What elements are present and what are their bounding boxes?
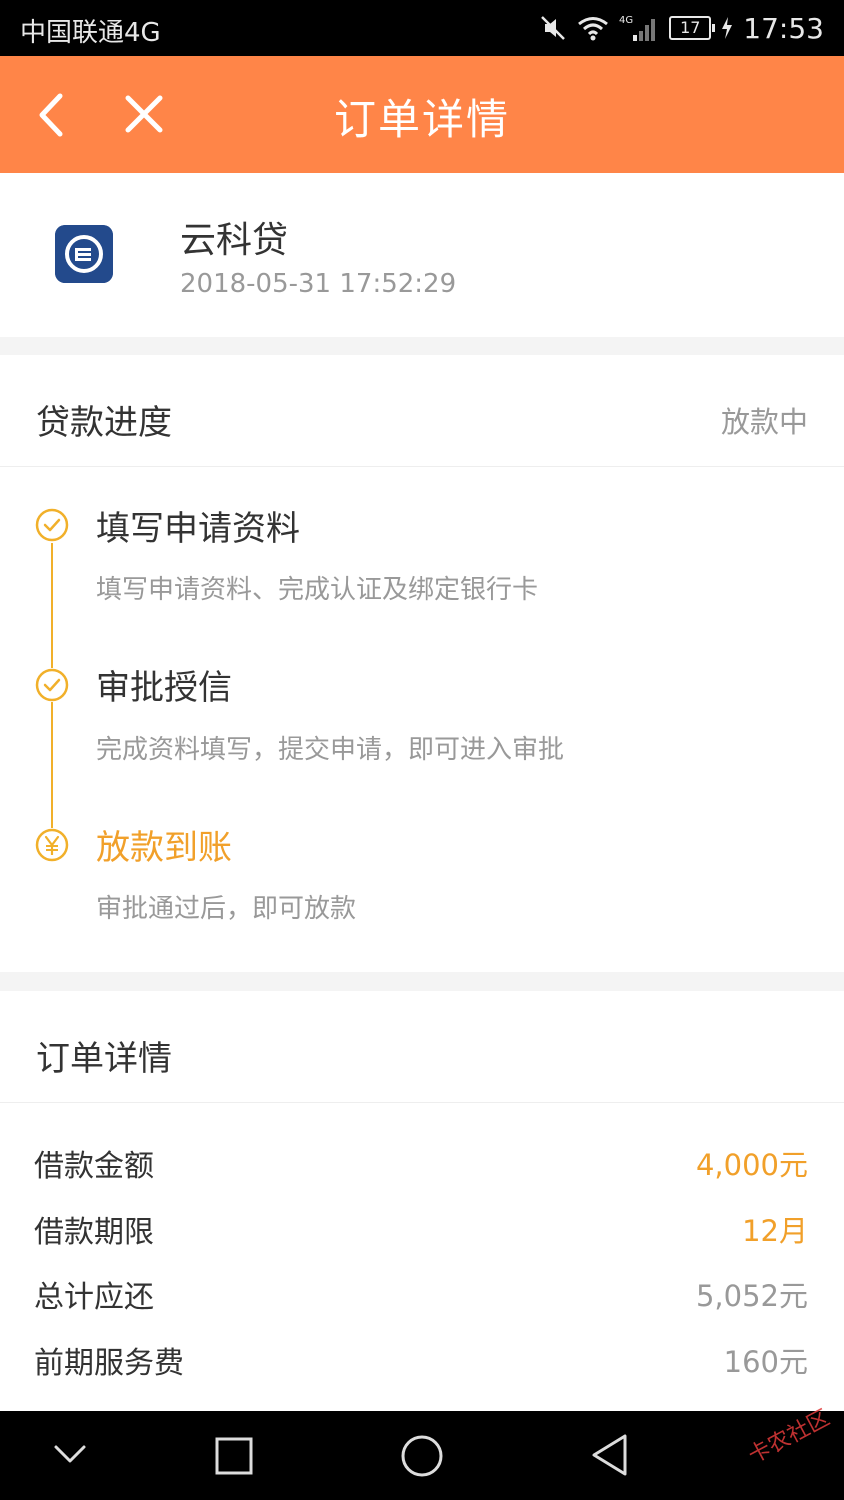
network-type-label: 4G	[619, 15, 633, 26]
check-circle-icon	[35, 508, 69, 542]
timeline-line	[51, 702, 53, 828]
status-bar: 中国联通4G 4G 17 17:53	[0, 0, 844, 56]
order-detail-card: 订单详情 借款金额 4,000元 借款期限 12月 总计应还 5,052元 前期…	[0, 991, 844, 1411]
charging-icon	[722, 17, 733, 39]
carrier-label: 中国联通4G	[20, 18, 161, 48]
progress-title: 贷款进度	[36, 403, 172, 443]
system-nav-bar: 卡农社区	[0, 1406, 844, 1500]
app-card: 云科贷 2018-05-31 17:52:29	[0, 173, 844, 337]
row-value-total-repay: 5,052元	[695, 1279, 808, 1313]
triangle-back-icon	[592, 1434, 627, 1476]
row-value-loan-amount: 4,000元	[695, 1148, 808, 1182]
page-header: 订单详情	[0, 56, 844, 173]
battery-icon: 17	[669, 16, 716, 40]
progress-status: 放款中	[720, 405, 808, 439]
wifi-icon	[578, 17, 609, 41]
app-name: 云科贷	[180, 220, 289, 261]
app-logo	[55, 225, 113, 283]
order-datetime: 2018-05-31 17:52:29	[180, 269, 457, 299]
row-label-service-fee: 前期服务费	[34, 1346, 184, 1381]
recents-button[interactable]	[215, 1437, 253, 1475]
mute-icon	[541, 16, 566, 40]
step-title-active: 放款到账	[96, 828, 232, 868]
status-icons: 4G 17 17:53	[539, 10, 824, 46]
home-button[interactable]	[400, 1434, 444, 1478]
signal-icon: 4G	[619, 15, 656, 41]
system-back-button[interactable]	[590, 1433, 630, 1477]
check-circle-icon	[35, 668, 69, 702]
row-label-loan-term: 借款期限	[34, 1215, 154, 1250]
step-desc: 审批通过后，即可放款	[96, 894, 357, 924]
step-desc: 完成资料填写，提交申请，即可进入审批	[96, 735, 565, 765]
divider	[0, 466, 844, 467]
row-value-loan-term: 12月	[742, 1214, 808, 1248]
divider	[0, 1102, 844, 1103]
yuan-circle-icon	[35, 828, 69, 862]
loan-progress-card: 贷款进度 放款中 填写申请资料 填写申请资料、完成认证及绑定银行卡 审批授信 完…	[0, 355, 844, 972]
row-label-total-repay: 总计应还	[34, 1280, 154, 1315]
chevron-down-icon	[54, 1445, 86, 1463]
row-value-service-fee: 160元	[723, 1345, 808, 1379]
clock: 17:53	[743, 11, 824, 45]
nav-collapse-button[interactable]	[52, 1441, 88, 1469]
watermark: 卡农社区	[744, 1405, 834, 1469]
circle-icon	[401, 1435, 443, 1477]
timeline-line	[51, 543, 53, 668]
order-detail-title: 订单详情	[36, 1039, 172, 1079]
step-title: 审批授信	[96, 668, 232, 708]
square-icon	[215, 1437, 253, 1475]
step-desc: 填写申请资料、完成认证及绑定银行卡	[96, 575, 539, 605]
step-title: 填写申请资料	[96, 509, 300, 549]
page-title: 订单详情	[333, 95, 510, 144]
row-label-loan-amount: 借款金额	[34, 1149, 154, 1184]
